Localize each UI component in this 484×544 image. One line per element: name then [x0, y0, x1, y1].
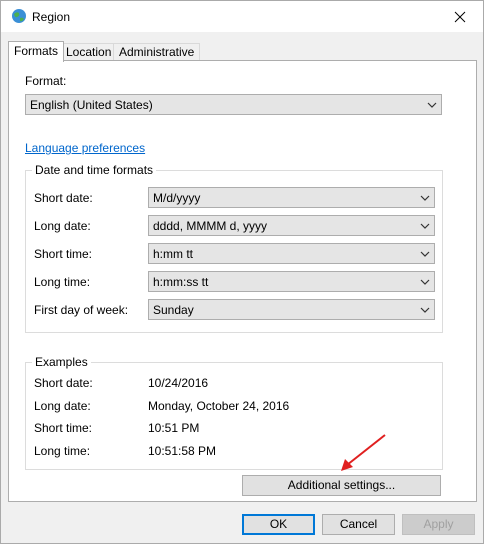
long-date-dropdown[interactable]: dddd, MMMM d, yyyy [148, 215, 435, 236]
example-long-time-value: 10:51:58 PM [148, 444, 217, 458]
chevron-down-icon [420, 279, 430, 285]
tab-administrative[interactable]: Administrative [113, 43, 201, 61]
additional-settings-button[interactable]: Additional settings... [242, 475, 441, 496]
window-title: Region [32, 10, 71, 24]
example-short-date-value: 10/24/2016 [148, 376, 209, 390]
title-bar: Region [1, 1, 483, 32]
date-time-formats-title: Date and time formats [32, 163, 157, 177]
tab-formats[interactable]: Formats [8, 41, 65, 62]
chevron-down-icon [420, 307, 430, 313]
short-time-value: h:mm tt [153, 247, 194, 261]
first-day-of-week-label: First day of week: [34, 303, 129, 317]
ok-button[interactable]: OK [242, 514, 315, 535]
format-label: Format: [25, 74, 67, 88]
example-long-date-label: Long date: [34, 399, 91, 413]
example-short-time-value: 10:51 PM [148, 421, 200, 435]
example-short-time-label: Short time: [34, 421, 93, 435]
chevron-down-icon [427, 102, 437, 108]
short-date-label: Short date: [34, 191, 93, 205]
example-long-date-value: Monday, October 24, 2016 [148, 399, 290, 413]
example-short-date-label: Short date: [34, 376, 93, 390]
close-button[interactable] [437, 1, 483, 32]
language-preferences-link[interactable]: Language preferences [25, 141, 145, 155]
short-time-dropdown[interactable]: h:mm tt [148, 243, 435, 264]
chevron-down-icon [420, 223, 430, 229]
examples-title: Examples [32, 355, 91, 369]
date-time-formats-group: Date and time formats Short date: M/d/yy… [25, 163, 443, 333]
chevron-down-icon [420, 251, 430, 257]
format-value: English (United States) [30, 98, 153, 112]
annotation-arrow-icon [341, 434, 386, 471]
long-time-value: h:mm:ss tt [153, 275, 209, 289]
chevron-down-icon [420, 195, 430, 201]
first-day-of-week-value: Sunday [153, 303, 194, 317]
short-date-value: M/d/yyyy [153, 191, 201, 205]
apply-button[interactable]: Apply [402, 514, 475, 535]
long-date-label: Long date: [34, 219, 91, 233]
first-day-of-week-dropdown[interactable]: Sunday [148, 299, 435, 320]
long-time-label: Long time: [34, 275, 91, 289]
tab-location[interactable]: Location [60, 43, 118, 61]
long-date-value: dddd, MMMM d, yyyy [153, 219, 268, 233]
formats-panel: Format: English (United States) Language… [8, 60, 477, 502]
short-time-label: Short time: [34, 247, 93, 261]
short-date-dropdown[interactable]: M/d/yyyy [148, 187, 435, 208]
region-dialog: Region Formats Location Administrative F… [0, 0, 484, 544]
cancel-button[interactable]: Cancel [322, 514, 395, 535]
example-long-time-label: Long time: [34, 444, 91, 458]
close-icon [454, 11, 466, 22]
format-dropdown[interactable]: English (United States) [25, 94, 442, 115]
globe-icon [12, 9, 26, 23]
long-time-dropdown[interactable]: h:mm:ss tt [148, 271, 435, 292]
